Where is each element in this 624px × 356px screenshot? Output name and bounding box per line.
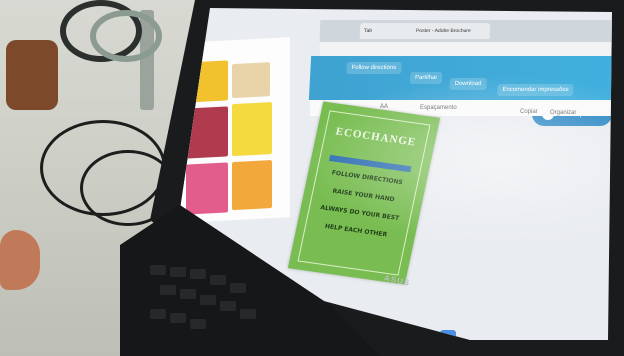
key <box>210 275 226 285</box>
key <box>190 319 206 329</box>
organize-button[interactable]: Organizar <box>550 110 576 116</box>
key <box>180 289 196 299</box>
order-prints-button[interactable]: Encomendar impressões <box>497 84 575 96</box>
key <box>160 285 176 295</box>
template-thumbnail[interactable] <box>186 162 228 215</box>
spacing-control[interactable]: Espaçamento <box>420 105 457 111</box>
copy-button[interactable]: Copiar <box>520 109 538 115</box>
key <box>240 309 256 319</box>
key <box>220 301 236 311</box>
key <box>150 265 166 275</box>
key <box>190 269 206 279</box>
key <box>150 309 166 319</box>
key <box>170 313 186 323</box>
hand <box>0 230 40 290</box>
browser-tab[interactable]: Poster - Adobe Brochure <box>411 23 491 39</box>
wooden-object <box>6 40 58 110</box>
laptop: Tab Poster - Adobe Brochure Follow direc… <box>120 0 624 356</box>
editor-toolbar: Follow directions Partilhar Download Enc… <box>308 56 612 100</box>
share-button[interactable]: Partilhar <box>409 72 443 84</box>
template-thumbnail[interactable] <box>232 160 272 211</box>
photo-scene: Tab Poster - Adobe Brochure Follow direc… <box>0 0 624 356</box>
poster-canvas[interactable]: ECOCHANGE FOLLOW DIRECTIONS RAISE YOUR H… <box>287 101 441 285</box>
download-button[interactable]: Download <box>449 78 487 90</box>
address-bar[interactable] <box>320 42 612 56</box>
key <box>170 267 186 277</box>
key <box>200 295 216 305</box>
follow-button[interactable]: Follow directions <box>346 62 402 74</box>
browser-tabbar: Tab Poster - Adobe Brochure <box>319 20 612 42</box>
template-thumbnail[interactable] <box>232 102 272 157</box>
template-thumbnail[interactable] <box>232 62 270 99</box>
browser-tab[interactable]: Tab <box>359 23 415 39</box>
key <box>230 283 246 293</box>
